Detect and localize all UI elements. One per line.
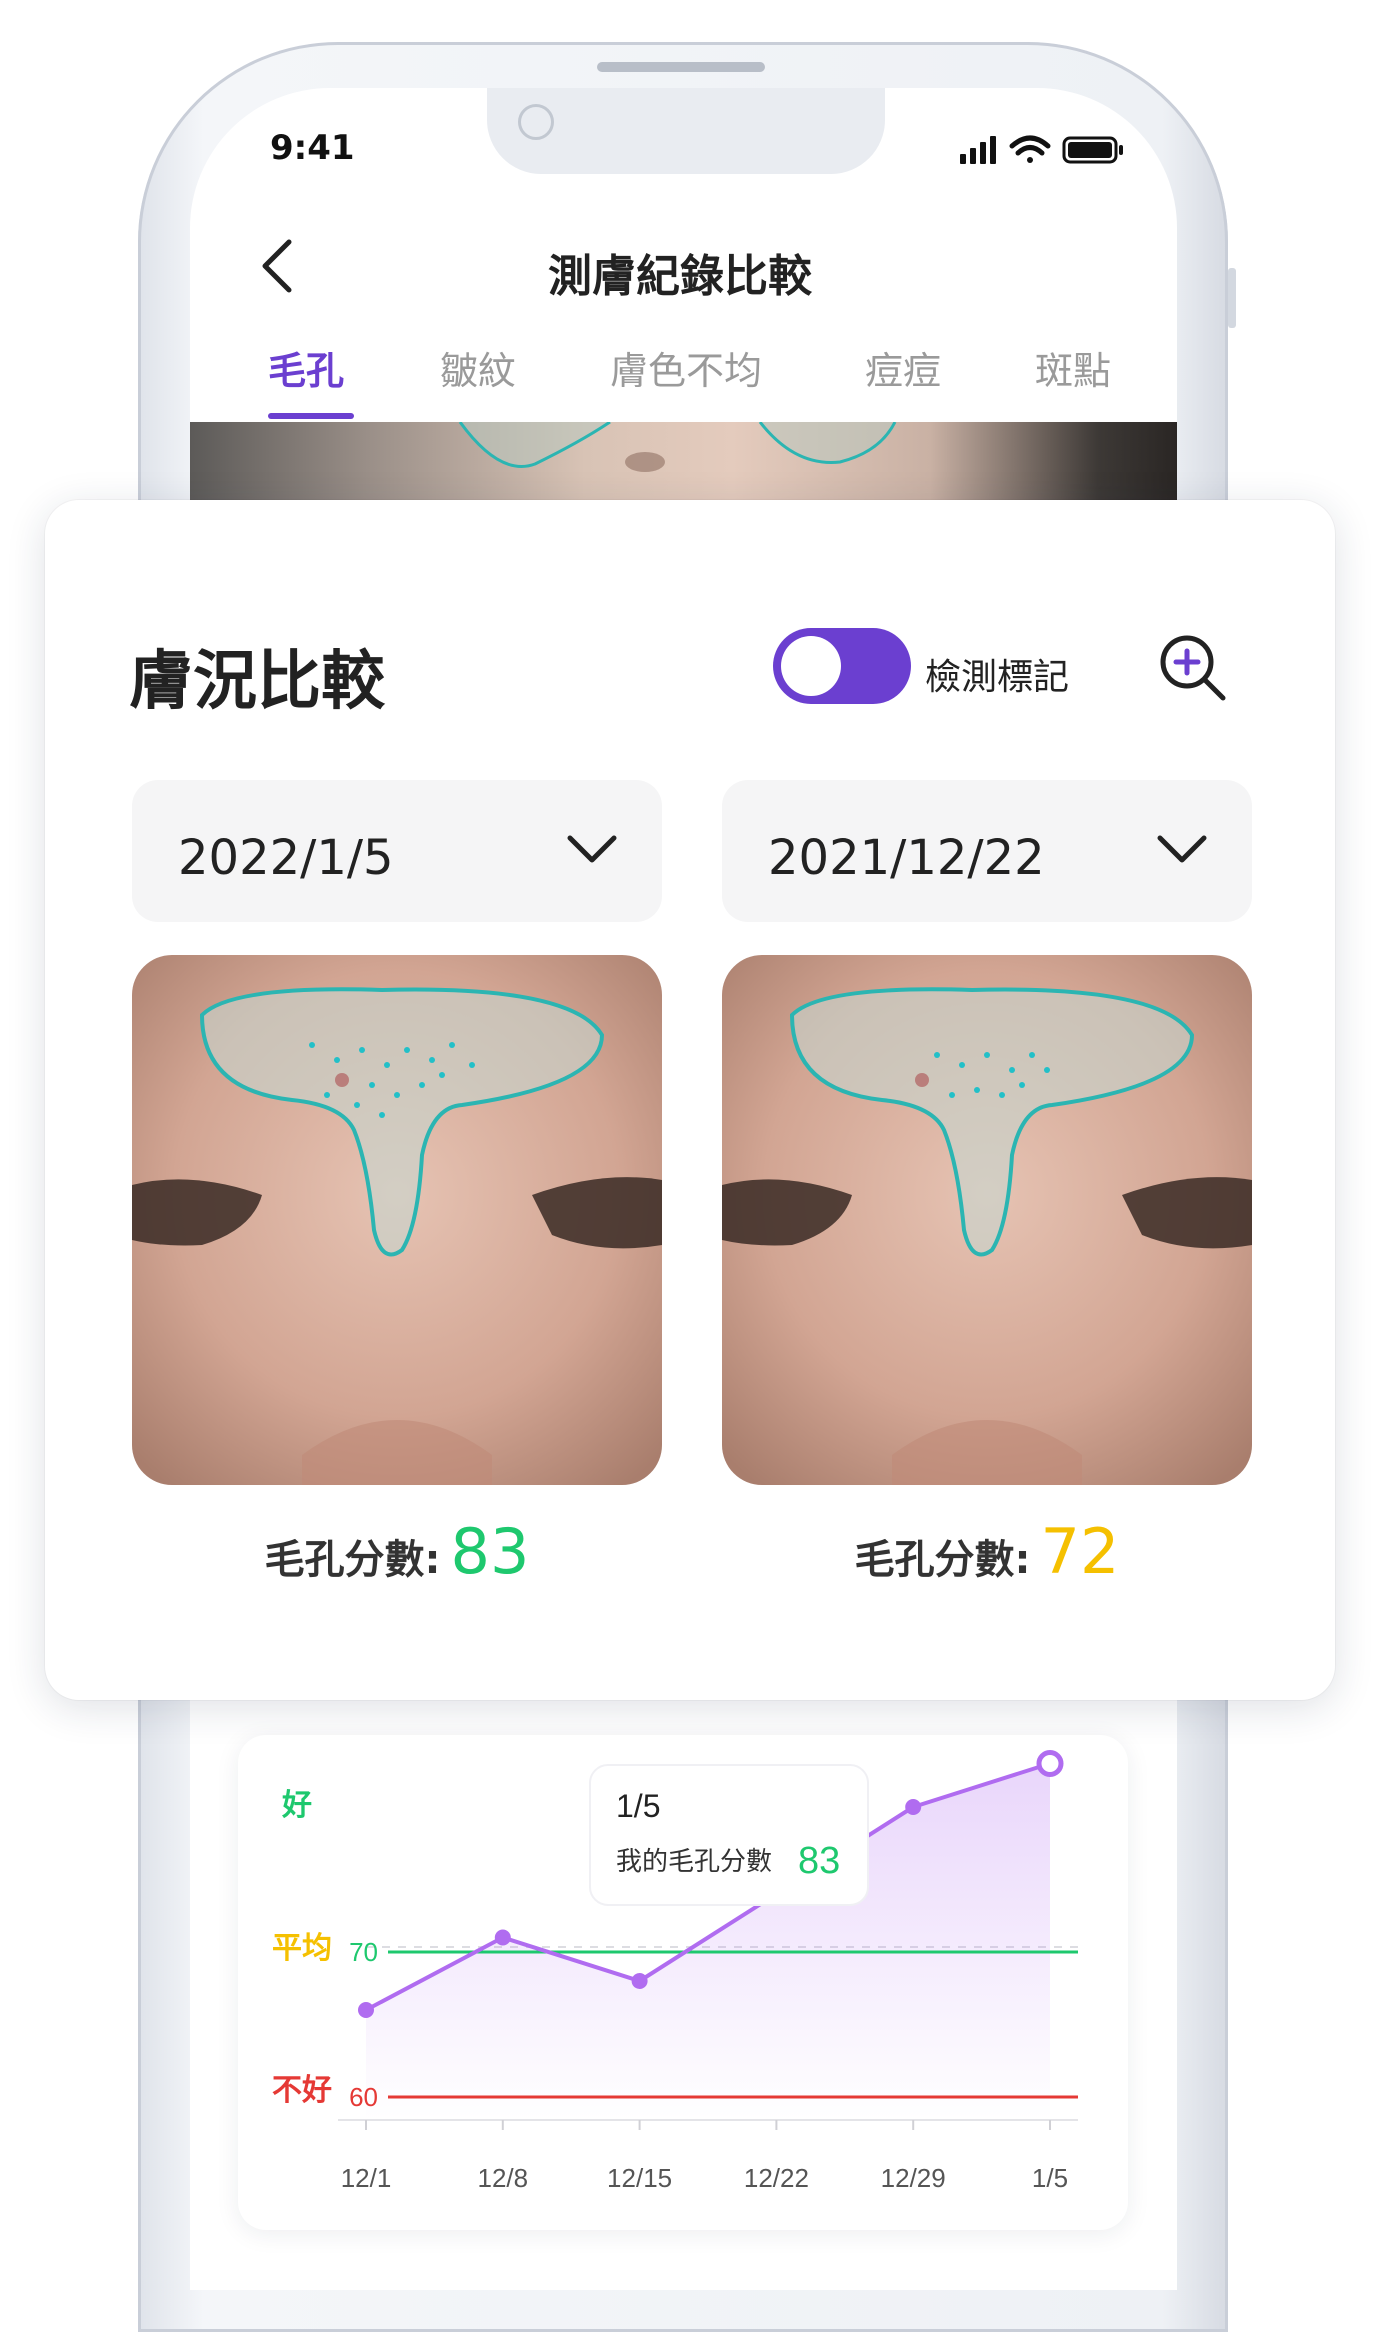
zoom-in-icon xyxy=(1160,635,1226,701)
score-label: 毛孔分數: xyxy=(264,1537,441,1583)
back-button[interactable] xyxy=(255,236,299,296)
skin-photo-right[interactable] xyxy=(722,955,1252,1485)
status-time: 9:41 xyxy=(270,128,355,168)
tab-pores[interactable]: 毛孔 xyxy=(268,340,344,395)
tooltip-value: 83 xyxy=(798,1840,840,1882)
battery-icon xyxy=(1062,136,1123,164)
status-icons xyxy=(960,135,1123,164)
detection-marker-toggle[interactable] xyxy=(773,628,911,704)
tab-spots[interactable]: 斑點 xyxy=(1035,340,1111,395)
x-tick-label: 12/22 xyxy=(744,2163,809,2193)
date-value: 2022/1/5 xyxy=(178,830,394,886)
phone-camera xyxy=(518,104,554,140)
score-right: 毛孔分數: 72 xyxy=(722,1515,1252,1588)
tooltip-date: 1/5 xyxy=(616,1788,660,1824)
data-point xyxy=(358,2002,374,2018)
wifi-icon xyxy=(1009,135,1051,163)
zoom-button[interactable] xyxy=(1155,630,1231,706)
score-left: 毛孔分數: 83 xyxy=(132,1515,662,1588)
score-value-left: 83 xyxy=(450,1515,530,1588)
reference-label-60: 60 xyxy=(349,2082,378,2112)
toggle-label: 檢測標記 xyxy=(925,657,1070,698)
x-tick-label: 12/15 xyxy=(607,2163,672,2193)
data-point xyxy=(905,1799,922,1815)
reference-label-70: 70 xyxy=(349,1937,378,1967)
card-title: 膚況比較 xyxy=(129,645,385,719)
toggle-knob xyxy=(781,636,841,696)
score-value-right: 72 xyxy=(1040,1515,1120,1588)
x-tick-label: 12/1 xyxy=(341,2163,392,2193)
data-point xyxy=(494,1929,511,1946)
phone-speaker xyxy=(597,62,765,72)
tab-acne[interactable]: 痘痘 xyxy=(865,340,941,395)
phone-side-button-right xyxy=(1228,268,1236,328)
x-tick-label: 12/29 xyxy=(881,2163,946,2193)
chevron-left-icon xyxy=(262,239,292,293)
chevron-down-icon xyxy=(567,835,617,863)
tab-uneven-tone[interactable]: 膚色不均 xyxy=(610,340,762,395)
band-label-average: 平均 xyxy=(272,1932,332,1965)
comparison-card: 膚況比較 檢測標記 2022/1/5 2021/12/22 毛孔分數: 83 毛… xyxy=(45,500,1335,1700)
data-point-selected xyxy=(1036,1750,1064,1777)
tab-bar: 毛孔 皺紋 膚色不均 痘痘 斑點 xyxy=(260,340,1140,420)
date-select-left[interactable]: 2022/1/5 xyxy=(132,780,662,922)
band-label-bad: 不好 xyxy=(272,2074,332,2107)
data-point xyxy=(631,1973,648,1989)
face-photo-preview xyxy=(190,422,1177,502)
band-label-good: 好 xyxy=(281,1789,312,1822)
score-label: 毛孔分數: xyxy=(854,1537,1031,1583)
chevron-down-icon xyxy=(1157,835,1207,863)
date-value: 2021/12/22 xyxy=(768,830,1045,886)
page-title: 測膚紀錄比較 xyxy=(548,251,812,302)
tab-wrinkles[interactable]: 皺紋 xyxy=(440,340,516,395)
tab-active-indicator xyxy=(268,413,354,419)
date-select-right[interactable]: 2021/12/22 xyxy=(722,780,1252,922)
x-tick-label: 12/8 xyxy=(477,2163,528,2193)
skin-photo-left[interactable] xyxy=(132,955,662,1485)
signal-icon xyxy=(960,136,996,164)
chart-tooltip xyxy=(589,1764,869,1906)
trend-chart-card: 70 60 好平均不好 12/1 12/8 12/15 12/22 12/29 1/5 1/5 我的… xyxy=(238,1735,1128,2230)
x-tick-label: 1/5 xyxy=(1032,2163,1068,2193)
trend-chart: 70 60 好平均不好 12/1 12/8 12/15 12/22 12/29 1/5 1/5 我的… xyxy=(272,1750,1078,2193)
tooltip-label: 我的毛孔分數 xyxy=(616,1846,772,1876)
